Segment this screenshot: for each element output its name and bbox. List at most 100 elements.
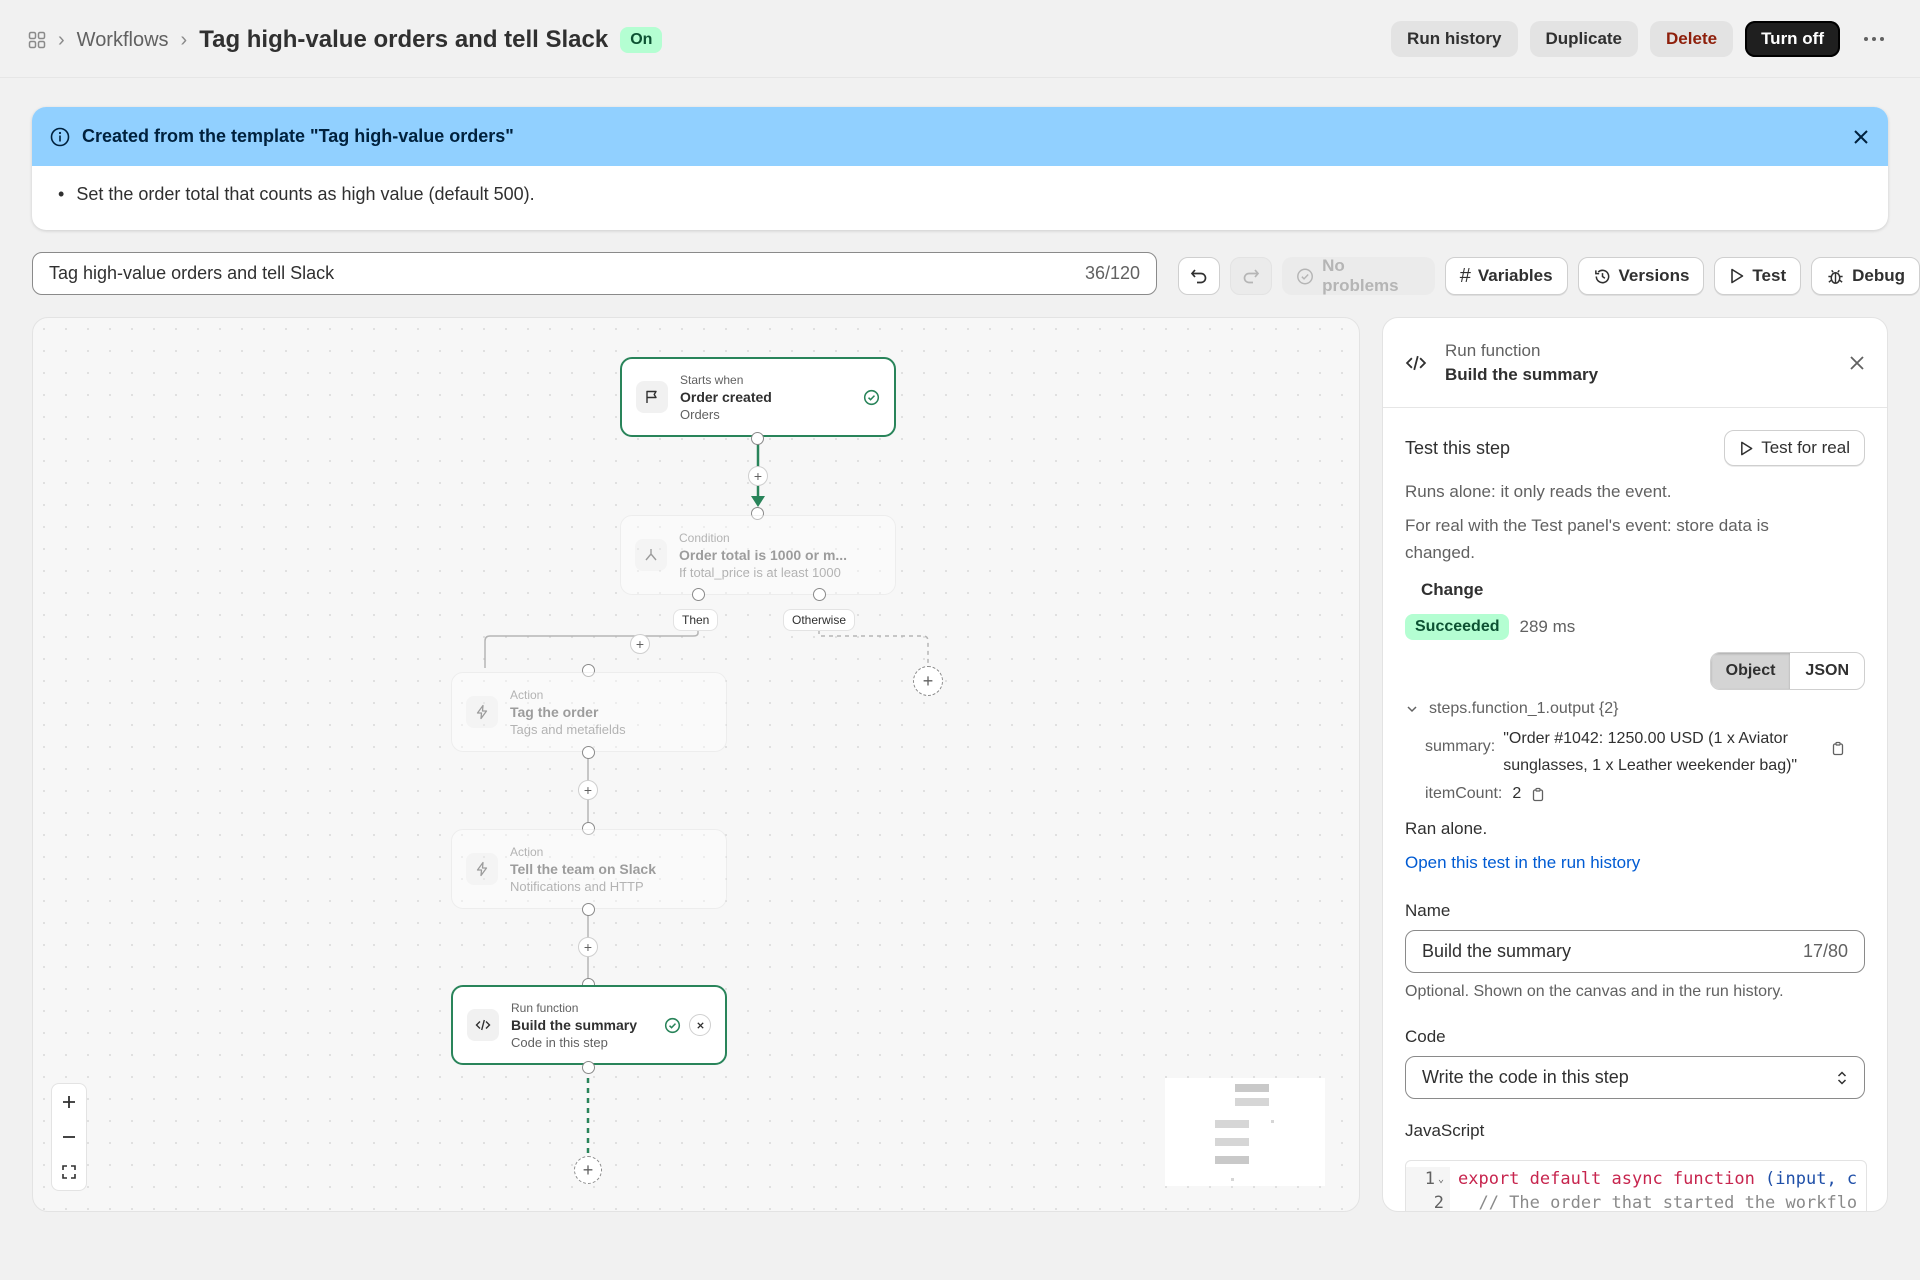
output-port[interactable] [582,903,595,916]
output-port[interactable] [582,1061,595,1074]
view-json-button[interactable]: JSON [1790,653,1864,689]
step-name-input[interactable]: Build the summary 17/80 [1405,930,1865,973]
workflow-name-input[interactable]: Tag high-value orders and tell Slack 36/… [32,252,1157,295]
function-node[interactable]: Run function Build the summary Code in t… [451,985,727,1065]
more-actions-icon[interactable] [1856,21,1892,57]
output-port[interactable] [751,432,764,445]
breadcrumb-workflows[interactable]: Workflows [77,29,169,52]
breadcrumb: › Workflows › Tag high-value orders and … [28,22,663,58]
history-icon [1594,269,1609,283]
copy-icon[interactable] [1531,787,1545,802]
zoom-in-icon[interactable] [52,1084,86,1119]
workflow-name-value: Tag high-value orders and tell Slack [49,263,335,283]
chevron-right-icon: › [58,28,65,51]
then-port[interactable] [692,588,705,601]
no-problems-button[interactable]: No problems [1282,256,1435,295]
variables-label: Variables [1477,266,1553,285]
code-source-value: Write the code in this step [1422,1067,1629,1087]
panel-kind: Run function [1445,340,1541,360]
play-icon [1731,268,1744,284]
code-icon [1405,352,1427,374]
add-step-button[interactable]: + [578,780,598,800]
template-banner: Created from the template "Tag high-valu… [32,107,1888,230]
code-label: Code [1405,1027,1446,1046]
otherwise-port[interactable] [813,588,826,601]
test-button[interactable]: Test [1714,257,1802,295]
remove-step-icon[interactable] [689,1014,711,1036]
debug-button[interactable]: Debug [1811,257,1920,295]
hash-icon: # [1459,264,1471,287]
result-status-badge: Succeeded [1405,614,1510,640]
banner-title: Created from the template "Tag high-valu… [82,126,514,146]
workflow-canvas[interactable]: Starts when Order created Orders + Condi… [32,317,1360,1212]
duration-text: 289 ms [1519,617,1576,636]
close-icon[interactable] [1852,128,1870,146]
trigger-node[interactable]: Starts when Order created Orders [620,357,896,437]
node-subtitle: Code in this step [511,1034,608,1050]
branch-otherwise-label: Otherwise [783,609,856,631]
connector-lines [484,438,929,1156]
action-node-tag-order[interactable]: Action Tag the order Tags and metafields [451,672,727,752]
code-editor[interactable]: 1 ⌄ export default async function (input,… [1405,1160,1867,1212]
test-step-heading: Test this step [1405,437,1511,458]
view-object-button[interactable]: Object [1710,653,1791,689]
code-source-select[interactable]: Write the code in this step [1405,1056,1865,1099]
undo-button[interactable] [1178,257,1221,295]
node-subtitle: Orders [680,406,720,422]
lightning-icon [466,853,498,885]
add-step-button[interactable]: + [630,634,650,654]
fit-view-icon[interactable] [52,1155,86,1190]
redo-button[interactable] [1230,257,1273,295]
test-for-real-button[interactable]: Test for real [1724,430,1865,466]
copy-icon[interactable] [1831,741,1845,756]
panel-title: Build the summary [1445,364,1599,384]
name-help-text: Optional. Shown on the canvas and in the… [1405,983,1784,1000]
info-icon [50,127,70,147]
output-port[interactable] [582,746,595,759]
view-toggle: Object JSON [1709,652,1865,690]
delete-button[interactable]: Delete [1650,21,1734,57]
zoom-controls [51,1083,87,1191]
chevron-down-icon [1407,706,1417,713]
output-root[interactable]: steps.function_1.output {2} [1429,700,1618,718]
ran-alone-text: Ran alone. [1405,819,1488,838]
node-subtitle: Notifications and HTTP [510,878,644,894]
name-label: Name [1405,901,1451,920]
lightning-icon [466,696,498,728]
open-run-history-link[interactable]: Open this test in the run history [1405,853,1865,873]
summary-key: summary: [1425,738,1496,755]
change-toggle[interactable]: Change [1405,580,1865,600]
versions-button[interactable]: Versions [1577,257,1705,295]
duplicate-button[interactable]: Duplicate [1529,21,1639,57]
add-step-button[interactable]: + [748,466,768,486]
code-icon [467,1009,499,1041]
zoom-out-icon[interactable] [52,1119,86,1154]
top-bar: › Workflows › Tag high-value orders and … [0,0,1920,78]
add-step-button[interactable]: + [578,937,598,957]
add-otherwise-step-button[interactable]: + [913,666,943,696]
turn-off-button[interactable]: Turn off [1745,21,1840,57]
code-comment: // The order that started the workflo [1458,1193,1858,1212]
variables-button[interactable]: # Variables [1444,257,1568,295]
node-kind: Starts when [680,372,744,387]
itemcount-value: 2 [1512,785,1522,802]
close-icon[interactable] [1849,355,1865,371]
step-panel: Run function Build the summary Test this… [1382,317,1888,1212]
apps-icon[interactable] [28,31,46,49]
node-title: Order created [680,388,772,405]
condition-node[interactable]: Condition Order total is 1000 or m... If… [620,515,896,595]
check-circle-icon [1297,268,1313,284]
test-for-real-label: Test for real [1761,438,1850,457]
minimap[interactable] [1165,1078,1325,1186]
undo-icon [1190,269,1207,284]
versions-label: Versions [1618,266,1690,285]
check-circle-icon [664,1017,681,1033]
bullet-icon: • [58,184,65,204]
summary-value: "Order #1042: 1250.00 USD (1 x Aviator s… [1503,730,1798,774]
run-history-button[interactable]: Run history [1391,21,1518,57]
step-name-count: 17/80 [1802,941,1848,961]
node-kind: Condition [679,530,730,545]
check-circle-icon [863,389,880,405]
action-node-slack[interactable]: Action Tell the team on Slack Notificati… [451,829,727,909]
add-step-end-button[interactable]: + [574,1156,602,1184]
